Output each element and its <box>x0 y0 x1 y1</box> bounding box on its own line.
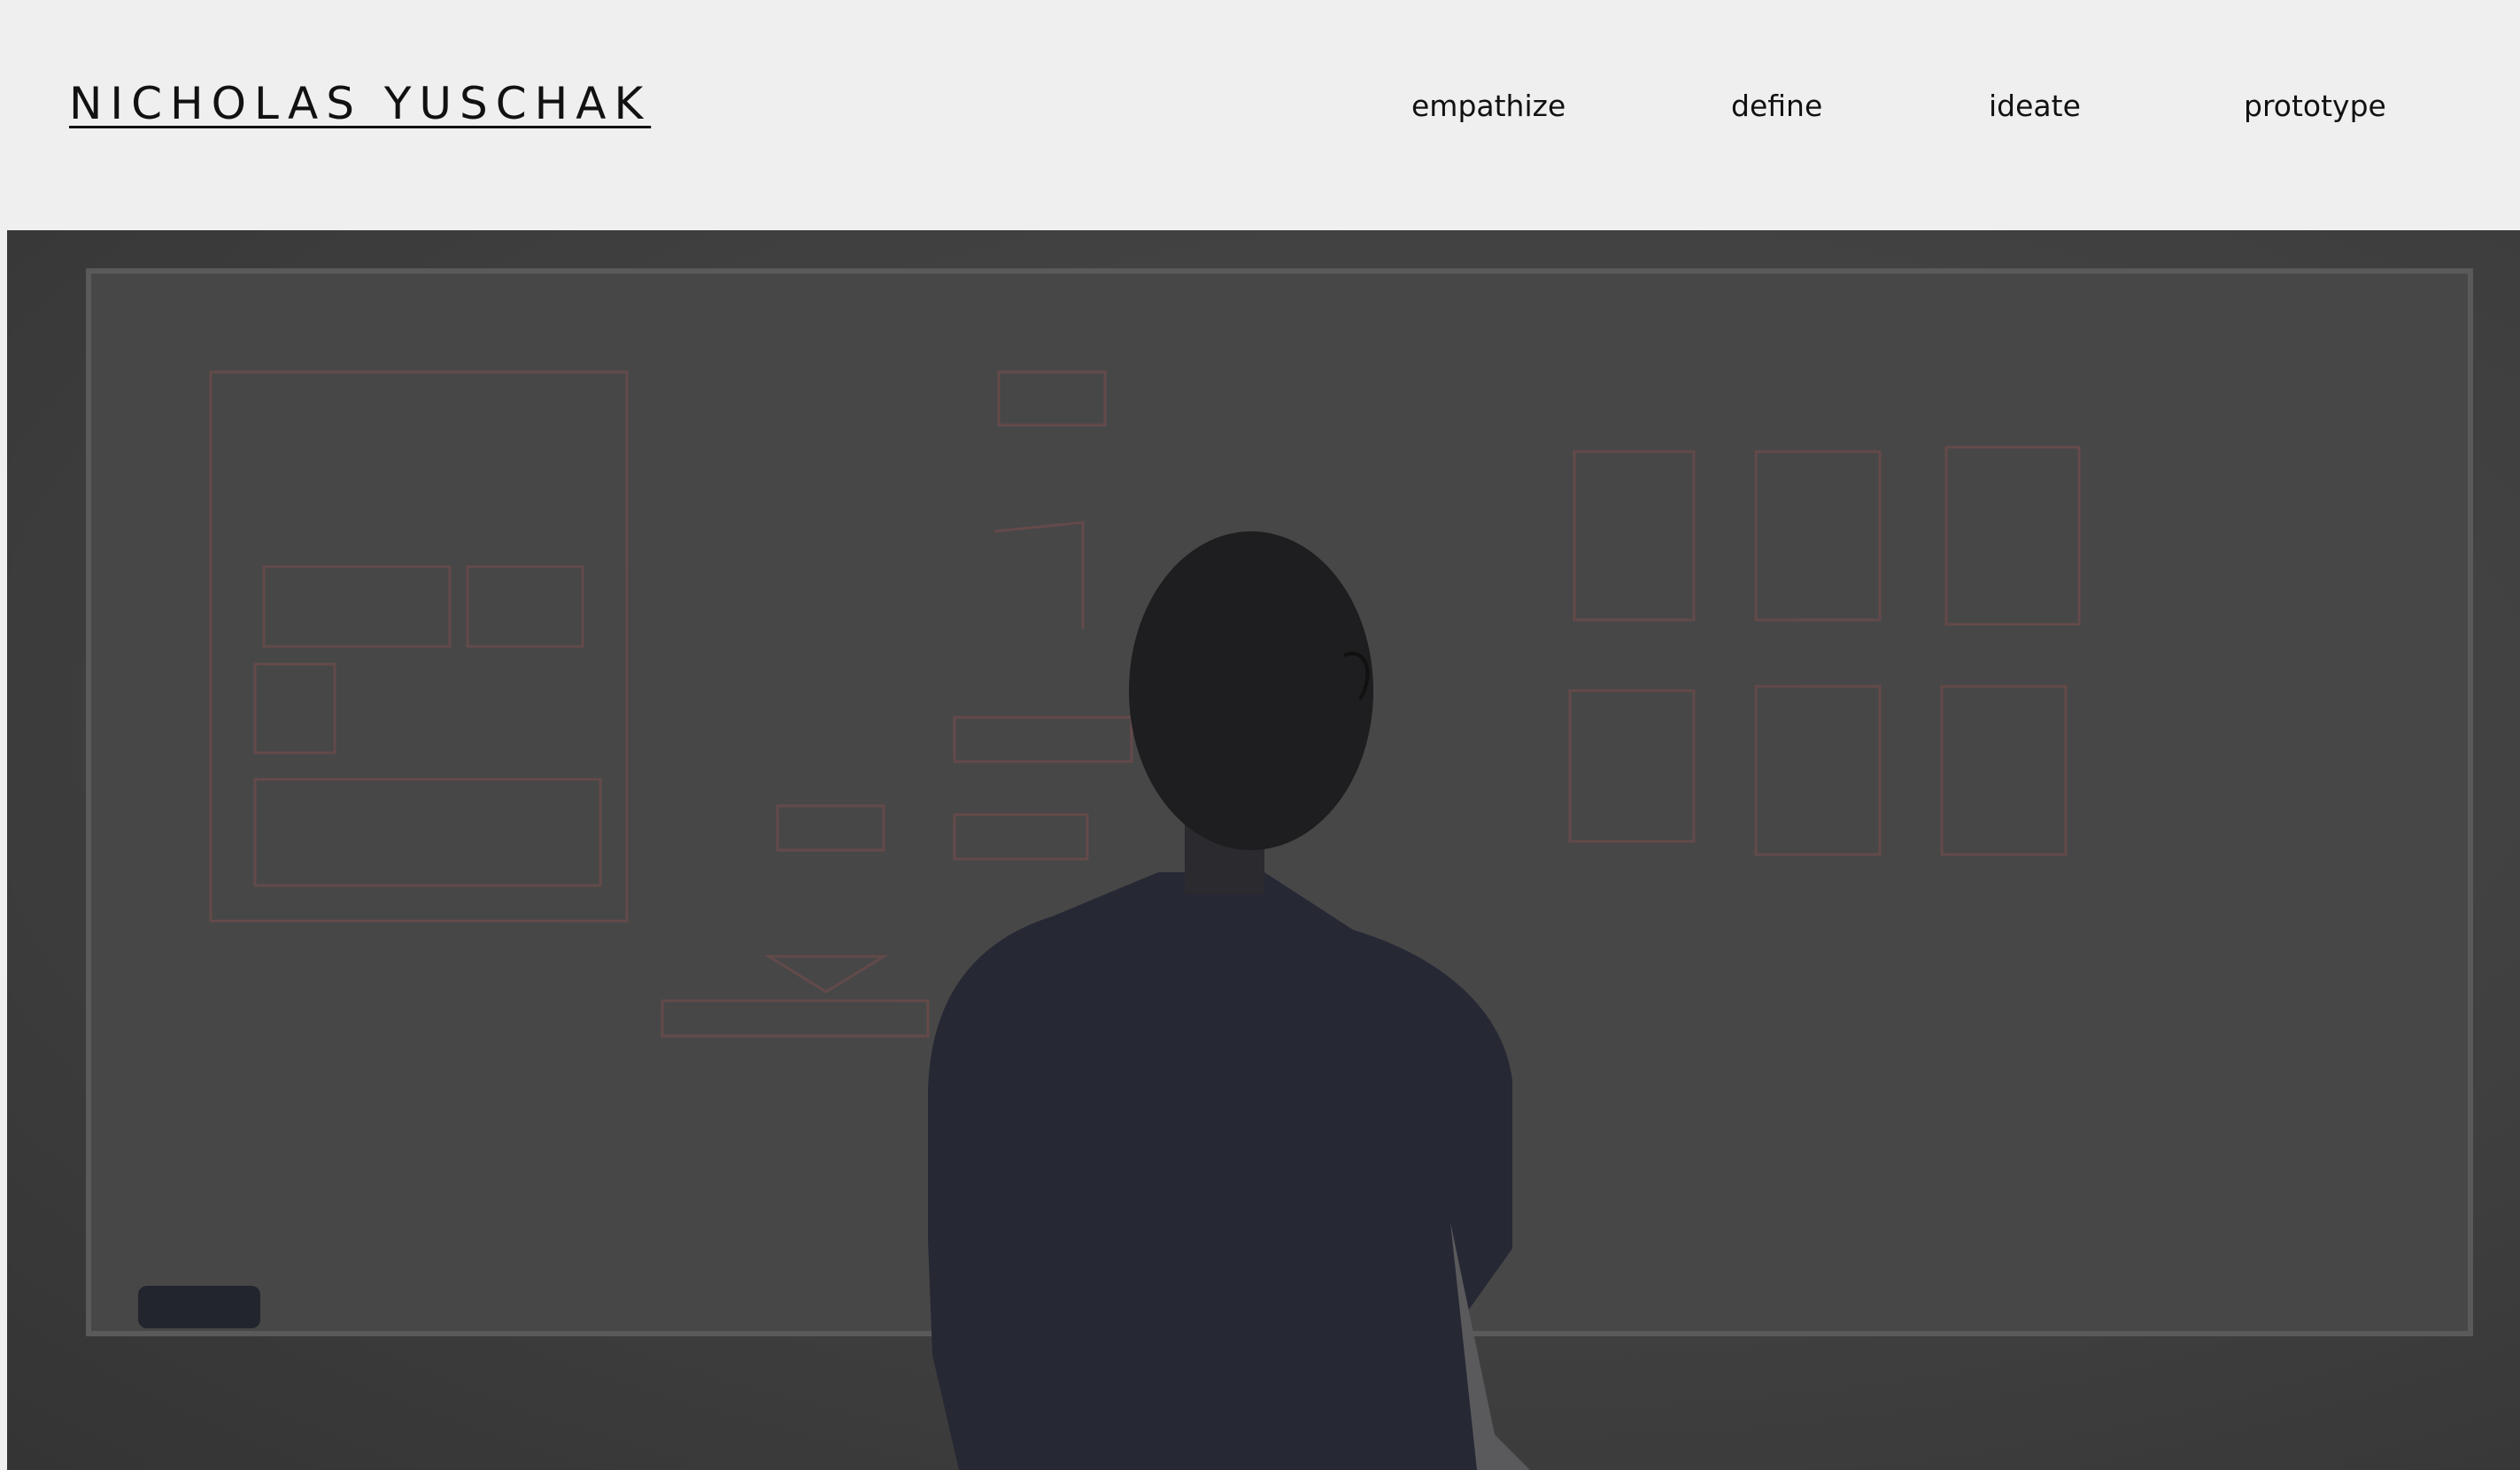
site-title-link[interactable]: NICHOLAS YUSCHAK <box>69 78 651 129</box>
nav-link-ideate[interactable]: ideate <box>1989 89 2081 123</box>
whiteboard-eraser <box>138 1286 260 1328</box>
nav-link-empathize[interactable]: empathize <box>1411 89 1565 123</box>
hero-image <box>7 230 2520 1470</box>
nav-link-define[interactable]: define <box>1731 89 1822 123</box>
nav-link-prototype[interactable]: prototype <box>2244 89 2386 123</box>
site-header: NICHOLAS YUSCHAK empathize define ideate… <box>0 0 2520 230</box>
hero-photo-illustration <box>86 268 2473 1470</box>
